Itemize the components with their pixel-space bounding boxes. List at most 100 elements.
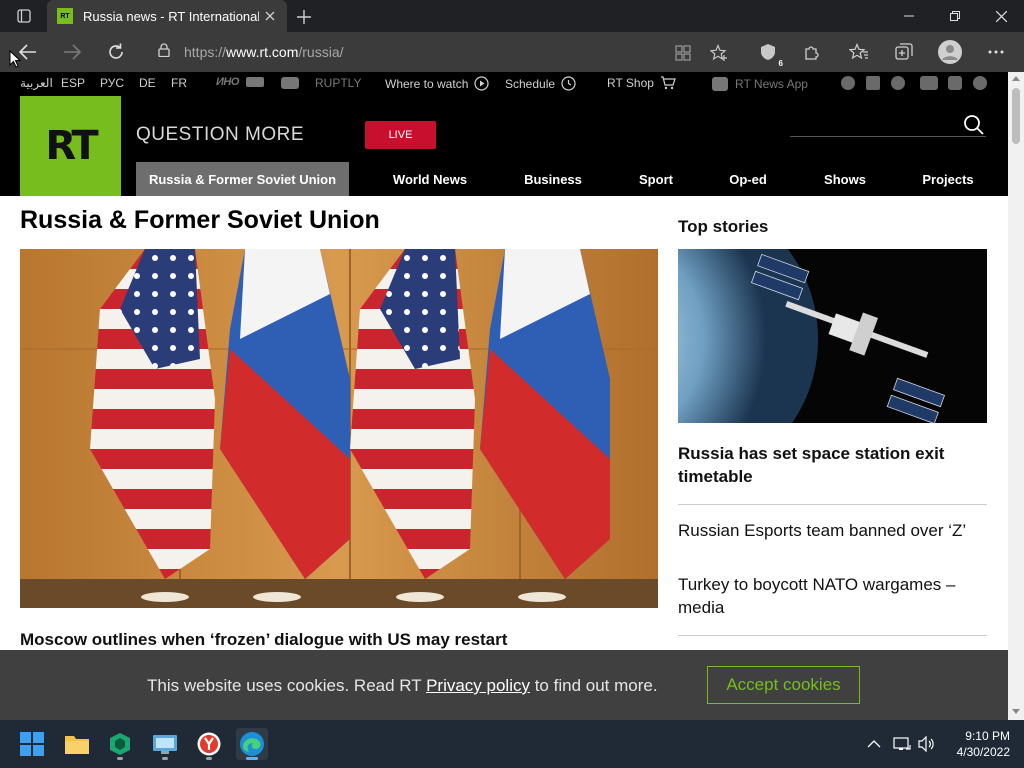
rtd-logo-icon[interactable] (280, 76, 300, 90)
extensions-icon[interactable] (800, 40, 824, 64)
search-input[interactable] (790, 136, 986, 137)
nav-shows[interactable]: Shows (812, 162, 878, 196)
accept-cookies-button[interactable]: Accept cookies (707, 666, 860, 704)
story-item[interactable]: Turkey to boycott NATO wargames – media (678, 573, 987, 619)
schedule-label: Schedule (505, 76, 556, 91)
lang-esp[interactable]: ESP (61, 76, 85, 90)
story-item[interactable]: Russian Esports team banned over ‘Z’ (678, 519, 987, 542)
extension-badge: 6 (777, 59, 784, 68)
file-explorer-icon[interactable] (61, 728, 93, 760)
network-icon[interactable] (892, 734, 912, 754)
top-story-headline[interactable]: Russia has set space station exit timeta… (678, 442, 978, 488)
address-bar[interactable]: https://www.rt.com/russia/ (146, 37, 738, 67)
shield-extension-icon[interactable]: 6 (756, 40, 784, 68)
clock-icon (561, 76, 576, 91)
profile-avatar-icon[interactable] (938, 40, 962, 64)
page-scrollbar[interactable] (1008, 72, 1024, 720)
control-panel-icon[interactable] (149, 728, 181, 760)
other-social-icon[interactable] (973, 76, 987, 90)
cookie-text-after: to find out more. (529, 676, 658, 695)
inotv-tv-icon (245, 77, 264, 87)
privacy-policy-link[interactable]: Privacy policy (426, 676, 530, 695)
schedule-link[interactable]: Schedule (505, 76, 576, 91)
running-indicator (246, 757, 258, 760)
browser-tab[interactable]: RT Russia news - RT International (47, 0, 287, 32)
tab-title: Russia news - RT International (83, 8, 259, 24)
rt-news-app-link[interactable]: RT News App (711, 76, 808, 92)
more-menu-icon[interactable] (984, 40, 1008, 64)
browser-tab-bar: RT Russia news - RT International (0, 0, 1024, 32)
running-indicator (206, 757, 212, 760)
story-divider (678, 635, 987, 636)
tagline: QUESTION MORE (136, 124, 305, 145)
close-window-icon[interactable] (978, 0, 1024, 32)
scroll-up-icon[interactable] (1012, 76, 1020, 81)
minimize-icon[interactable] (886, 0, 932, 32)
rt-shop-link[interactable]: RT Shop (607, 76, 676, 90)
running-indicator (117, 757, 123, 760)
tab-close-icon[interactable] (259, 5, 281, 27)
url-scheme: https:// (184, 44, 227, 60)
collections-icon[interactable] (892, 40, 916, 64)
lang-fr[interactable]: FR (171, 76, 187, 90)
nav-russia[interactable]: Russia & Former Soviet Union (136, 162, 349, 196)
inotv-logo[interactable]: ИНО (216, 76, 265, 88)
rss-icon[interactable] (866, 76, 880, 90)
where-to-watch-label: Where to watch (385, 76, 469, 91)
utility-bar: العربية ESP РУС DE FR ИНО RUPTLY Where t… (0, 72, 1008, 94)
rt-shop-label: RT Shop (607, 76, 654, 90)
restore-icon[interactable] (932, 0, 978, 32)
ruptly-link[interactable]: RUPTLY (315, 76, 361, 90)
play-icon (474, 76, 489, 91)
rt-logo-text: RT (45, 123, 98, 169)
nav-business[interactable]: Business (512, 162, 594, 196)
lock-icon[interactable] (158, 42, 170, 62)
system-clock[interactable]: 9:10 PM 4/30/2022 (940, 728, 1010, 760)
rt-logo[interactable]: RT (20, 96, 121, 196)
youtube-icon[interactable] (920, 76, 938, 90)
nav-world-news[interactable]: World News (380, 162, 480, 196)
cookie-text-before: This website uses cookies. Read RT (147, 676, 427, 695)
story-divider (678, 504, 987, 505)
nav-sport[interactable]: Sport (626, 162, 686, 196)
space-station-image[interactable] (678, 249, 987, 423)
section-title: Russia & Former Soviet Union (20, 206, 380, 234)
volume-icon[interactable] (917, 734, 937, 754)
forward-icon[interactable] (56, 36, 88, 68)
hero-image-flags[interactable] (20, 249, 658, 608)
live-button[interactable]: LIVE (365, 121, 436, 149)
favorites-icon[interactable] (847, 40, 871, 64)
hero-headline[interactable]: Moscow outlines when ‘frozen’ dialogue w… (20, 630, 507, 650)
new-tab-icon[interactable] (293, 6, 315, 28)
lang-rus[interactable]: РУС (100, 76, 124, 90)
add-favorite-icon[interactable] (709, 43, 728, 62)
edge-browser-icon[interactable] (236, 728, 268, 760)
cookie-banner: This website uses cookies. Read RT Priva… (0, 650, 1008, 720)
odnoklassniki-icon[interactable] (948, 76, 962, 90)
app-available-icon[interactable] (674, 44, 692, 62)
clock-date: 4/30/2022 (956, 745, 1010, 759)
scroll-thumb[interactable] (1012, 88, 1020, 144)
scroll-down-icon[interactable] (1012, 709, 1020, 714)
running-indicator (162, 757, 168, 760)
tray-overflow-chevron-icon[interactable] (864, 734, 884, 754)
search-icon[interactable] (963, 114, 987, 138)
nav-projects[interactable]: Projects (910, 162, 986, 196)
web-page: العربية ESP РУС DE FR ИНО RUPTLY Where t… (0, 72, 1008, 720)
refresh-icon[interactable] (100, 36, 132, 68)
where-to-watch-link[interactable]: Where to watch (385, 76, 489, 91)
inotv-label: ИНО (216, 76, 239, 88)
security-app-icon[interactable] (104, 728, 136, 760)
telegram-icon[interactable] (841, 76, 855, 90)
top-stories-title: Top stories (678, 217, 769, 236)
rt-favicon-icon: RT (57, 8, 73, 24)
tab-actions-icon[interactable] (8, 7, 40, 25)
lang-de[interactable]: DE (139, 76, 156, 90)
twitter-icon[interactable] (891, 76, 905, 90)
browser-toolbar: https://www.rt.com/russia/ 6 (0, 32, 1024, 72)
lang-arabic[interactable]: العربية (20, 76, 53, 90)
windows-start-icon[interactable] (16, 728, 48, 760)
nav-op-ed[interactable]: Op-ed (718, 162, 778, 196)
rt-news-app-label: RT News App (735, 77, 808, 91)
yandex-browser-icon[interactable] (193, 728, 225, 760)
